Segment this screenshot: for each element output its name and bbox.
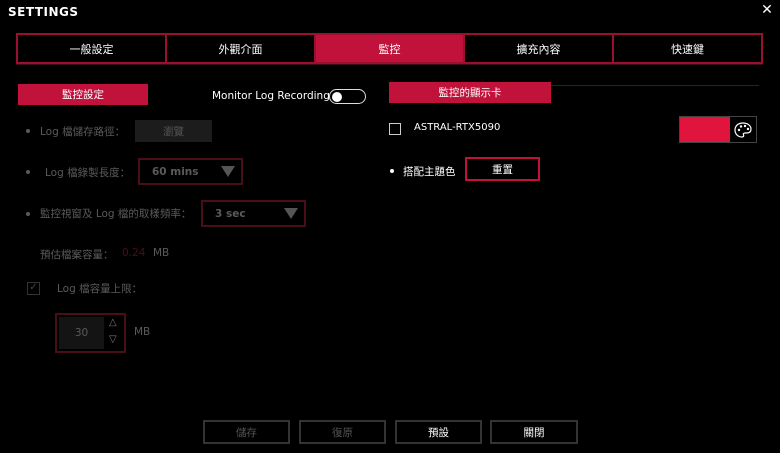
tab-bar: 一般設定 外觀介面 監控 擴充內容 快速鍵 [16,33,763,64]
sample-rate-dropdown[interactable]: 3 sec [201,200,306,227]
tab-monitor[interactable]: 監控 [316,35,465,62]
restore-button[interactable]: 復原 [299,420,386,444]
gpu-color-swatch[interactable] [679,116,757,143]
default-button[interactable]: 預設 [395,420,482,444]
monitor-settings-header: 監控設定 [18,84,148,105]
limit-checkbox[interactable]: ✓ [27,282,40,295]
theme-color-label: 搭配主題色 [403,166,456,178]
close-button[interactable]: 關閉 [490,420,578,444]
bullet-icon [390,169,394,173]
dropdown-arrow-icon [221,166,235,177]
gpu-monitor-header: 監控的顯示卡 [389,82,551,103]
tab-divider [16,64,763,65]
dropdown-arrow-icon [284,208,298,219]
bullet-icon [26,129,30,133]
window-title: SETTINGS [8,5,79,19]
browse-button[interactable]: 瀏覽 [135,120,212,142]
gpu-card-name: ASTRAL-RTX5090 [414,122,501,133]
tab-hotkeys[interactable]: 快速鍵 [614,35,761,62]
reset-button[interactable]: 重置 [465,157,540,181]
sample-rate-value: 3 sec [215,207,246,220]
bullet-icon [26,212,30,216]
log-path-label: Log 檔儲存路徑： [40,126,126,138]
toggle-knob [332,91,342,102]
gpu-checkbox[interactable] [389,123,401,135]
limit-label: Log 檔容量上限： [57,283,143,295]
limit-unit: MB [134,326,151,338]
log-length-value: 60 mins [152,165,199,178]
estimate-label: 預估檔案容量： [40,249,114,261]
stepper-up-icon[interactable]: △ [109,317,117,328]
limit-value: 30 [59,317,104,349]
log-length-label: Log 檔錄製長度： [45,167,131,179]
estimate-unit: MB [153,247,170,259]
tab-appearance[interactable]: 外觀介面 [167,35,316,62]
palette-icon[interactable] [730,117,756,142]
save-button[interactable]: 儲存 [203,420,290,444]
stepper-down-icon[interactable]: ▽ [109,334,117,345]
monitor-log-recording-toggle[interactable] [329,89,366,104]
monitor-log-recording-label: Monitor Log Recording [212,90,330,102]
tab-general[interactable]: 一般設定 [18,35,167,62]
close-icon[interactable]: ✕ [760,3,774,17]
sample-rate-label: 監控視窗及 Log 檔的取樣頻率： [40,208,192,220]
log-length-dropdown[interactable]: 60 mins [138,158,243,185]
tab-extensions[interactable]: 擴充內容 [465,35,614,62]
estimate-value: 0.24 [122,247,146,259]
gpu-header-divider [551,85,759,86]
limit-stepper[interactable]: 30 △ ▽ [55,313,126,353]
bullet-icon [26,170,30,174]
